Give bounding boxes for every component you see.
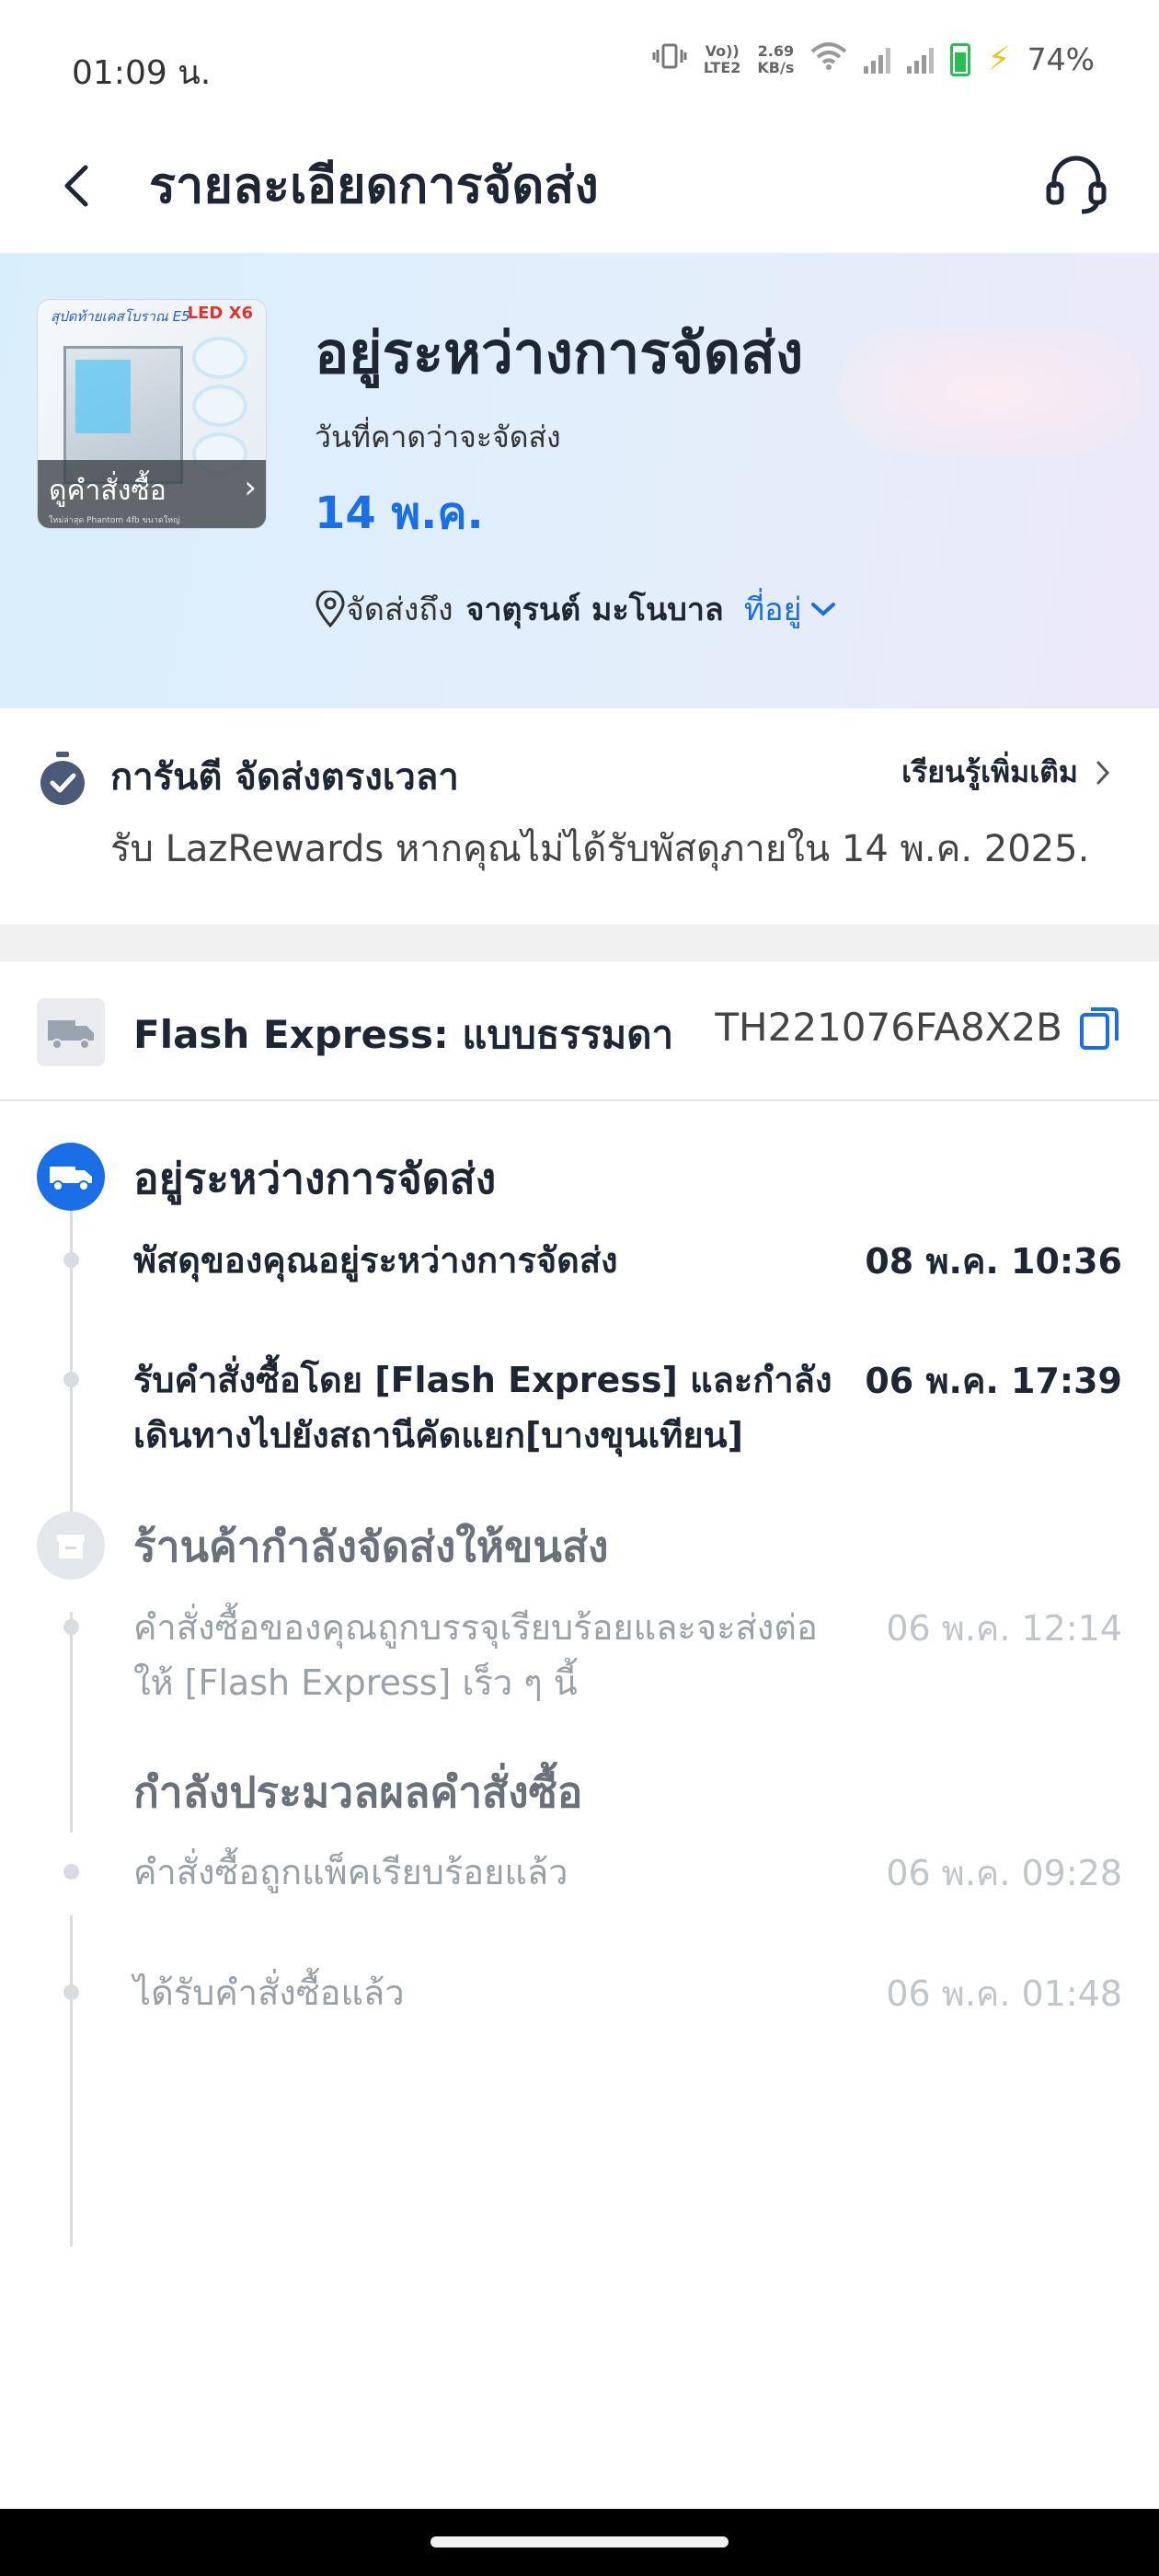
carrier-row: Flash Express: แบบธรรมดา TH221076FA8X2B <box>0 961 1159 1101</box>
timeline-connector <box>70 1612 73 1833</box>
stage-title: ร้านค้ากำลังจัดส่งให้ขนส่ง <box>133 1522 609 1571</box>
guarantee-title: การันตี จัดส่งตรงเวลา <box>110 756 459 799</box>
status-icons: Vo)) LTE2 2.69 KB/s ⚡ 74% <box>652 40 1095 78</box>
thumb-led-text: LED X6 <box>187 304 253 323</box>
headset-icon <box>1046 155 1107 214</box>
location-pin-icon <box>316 591 345 627</box>
timeline-event-text: คำสั่งซื้อของคุณถูกบรรจุเรียบร้อยและจะส่… <box>133 1607 818 1703</box>
timeline-dot <box>63 1619 79 1635</box>
timeline-event-time: 06 พ.ค. 12:14 <box>886 1608 1122 1649</box>
timeline-event-time: 08 พ.ค. 10:36 <box>865 1241 1122 1282</box>
delivery-address-row: จัดส่งถึง จาตุรนต์ มะโนบาล ที่อยู่ <box>315 584 837 634</box>
learn-more-label: เรียนรู้เพิ่มเติม <box>901 754 1078 789</box>
battery-icon <box>950 42 971 76</box>
stopwatch-check-icon <box>40 752 85 805</box>
back-button[interactable] <box>51 149 106 223</box>
copy-icon <box>1080 1007 1119 1050</box>
address-toggle[interactable]: ที่อยู่ <box>744 584 837 634</box>
timeline-dot <box>63 1252 79 1268</box>
box-icon <box>57 1535 85 1558</box>
truck-icon <box>50 1167 92 1191</box>
on-time-guarantee: การันตี จัดส่งตรงเวลา เรียนรู้เพิ่มเติม … <box>0 708 1159 925</box>
copy-tracking-button[interactable] <box>1076 1002 1122 1053</box>
timeline-event-text: รับคำสั่งซื้อโดย [Flash Express] และกำลั… <box>133 1360 832 1455</box>
signal-icon-1 <box>864 46 891 74</box>
status-time: 01:09 น. <box>72 54 212 92</box>
learn-more-link[interactable]: เรียนรู้เพิ่มเติม <box>901 749 1111 796</box>
tracking-number: TH221076FA8X2B <box>715 1005 1062 1050</box>
chevron-down-icon <box>810 603 835 616</box>
fan-image <box>192 337 257 480</box>
address-link-label: ที่อยู่ <box>743 592 802 628</box>
thumb-small-text: ใหม่ล่าสุด Phantom 4fb ขนาดใหญ่ <box>49 516 180 525</box>
carrier-name: Flash Express: แบบธรรมดา <box>133 1012 674 1057</box>
timeline-event-time: 06 พ.ค. 09:28 <box>886 1853 1122 1893</box>
charging-icon: ⚡ <box>987 40 1011 78</box>
home-gesture-handle[interactable] <box>430 2536 729 2547</box>
thumb-badge-text: สุปดท้ายเคสโบราณ E5 <box>51 308 190 325</box>
volte-indicator: Vo)) LTE2 <box>703 41 741 76</box>
guarantee-subtitle: รับ LazRewards หากคุณไม่ได้รับพัสดุภายใน… <box>110 828 1090 870</box>
app-header: รายละเอียดการจัดส่ง <box>0 120 1159 253</box>
signal-icon-2 <box>907 46 935 74</box>
chevron-left-icon <box>64 165 88 207</box>
status-bar: 01:09 น. Vo)) LTE2 2.69 KB/s ⚡ 74% <box>0 0 1159 120</box>
system-nav-bar <box>0 2509 1159 2576</box>
carrier-logo <box>37 998 105 1066</box>
chevron-right-icon: › <box>244 469 257 506</box>
wifi-icon <box>810 41 847 77</box>
truck-icon <box>48 1020 94 1050</box>
seller-shipping-stage-icon <box>37 1512 105 1580</box>
recipient-name: จาตุรนต์ มะโนบาล <box>465 592 724 628</box>
tracking-timeline: อยู่ระหว่างการจัดส่ง พัสดุของคุณอยู่ระหว… <box>0 1101 1159 2509</box>
timeline-event-time: 06 พ.ค. 17:39 <box>865 1361 1122 1401</box>
timeline-event-text: คำสั่งซื้อถูกแพ็คเรียบร้อยแล้ว <box>133 1852 568 1892</box>
deliver-to-label: จัดส่งถึง <box>346 592 453 628</box>
stage-title: กำลังประมวลผลคำสั่งซื้อ <box>133 1767 583 1817</box>
timeline-dot <box>63 1984 79 2000</box>
timeline-dot <box>63 1864 79 1880</box>
chevron-right-icon <box>1096 761 1110 784</box>
vibrate-icon <box>652 41 687 77</box>
view-order-label: ดูคำสั่งซื้อ <box>49 475 166 507</box>
view-order-thumbnail[interactable]: สุปดท้ายเคสโบราณ E5 LED X6 ดูคำสั่งซื้อ … <box>37 299 267 529</box>
decorative-blob <box>837 327 1141 455</box>
network-speed: 2.69 KB/s <box>757 41 795 76</box>
timeline-dot <box>63 1372 79 1387</box>
view-order-overlay[interactable]: ดูคำสั่งซื้อ › ใหม่ล่าสุด Phantom 4fb ขน… <box>38 460 266 528</box>
support-button[interactable] <box>1039 147 1113 221</box>
in-transit-stage-icon <box>37 1143 105 1211</box>
shipping-status-hero: สุปดท้ายเคสโบราณ E5 LED X6 ดูคำสั่งซื้อ … <box>0 253 1159 708</box>
stage-title: อยู่ระหว่างการจัดส่ง <box>133 1154 497 1203</box>
timeline-event-text: พัสดุของคุณอยู่ระหว่างการจัดส่ง <box>133 1240 618 1281</box>
timeline-connector <box>70 1915 73 2247</box>
timeline-event-time: 06 พ.ค. 01:48 <box>886 1973 1122 2014</box>
battery-percent: 74% <box>1027 41 1095 77</box>
eta-label: วันที่คาดว่าจะจัดส่ง <box>315 420 561 454</box>
section-divider <box>0 925 1159 961</box>
eta-date: 14 พ.ค. <box>315 488 484 539</box>
page-title: รายละเอียดการจัดส่ง <box>149 156 599 214</box>
timeline-event-text: ได้รับคำสั่งซื้อแล้ว <box>133 1972 405 2013</box>
delivery-status-title: อยู่ระหว่างการจัดส่ง <box>315 319 804 386</box>
